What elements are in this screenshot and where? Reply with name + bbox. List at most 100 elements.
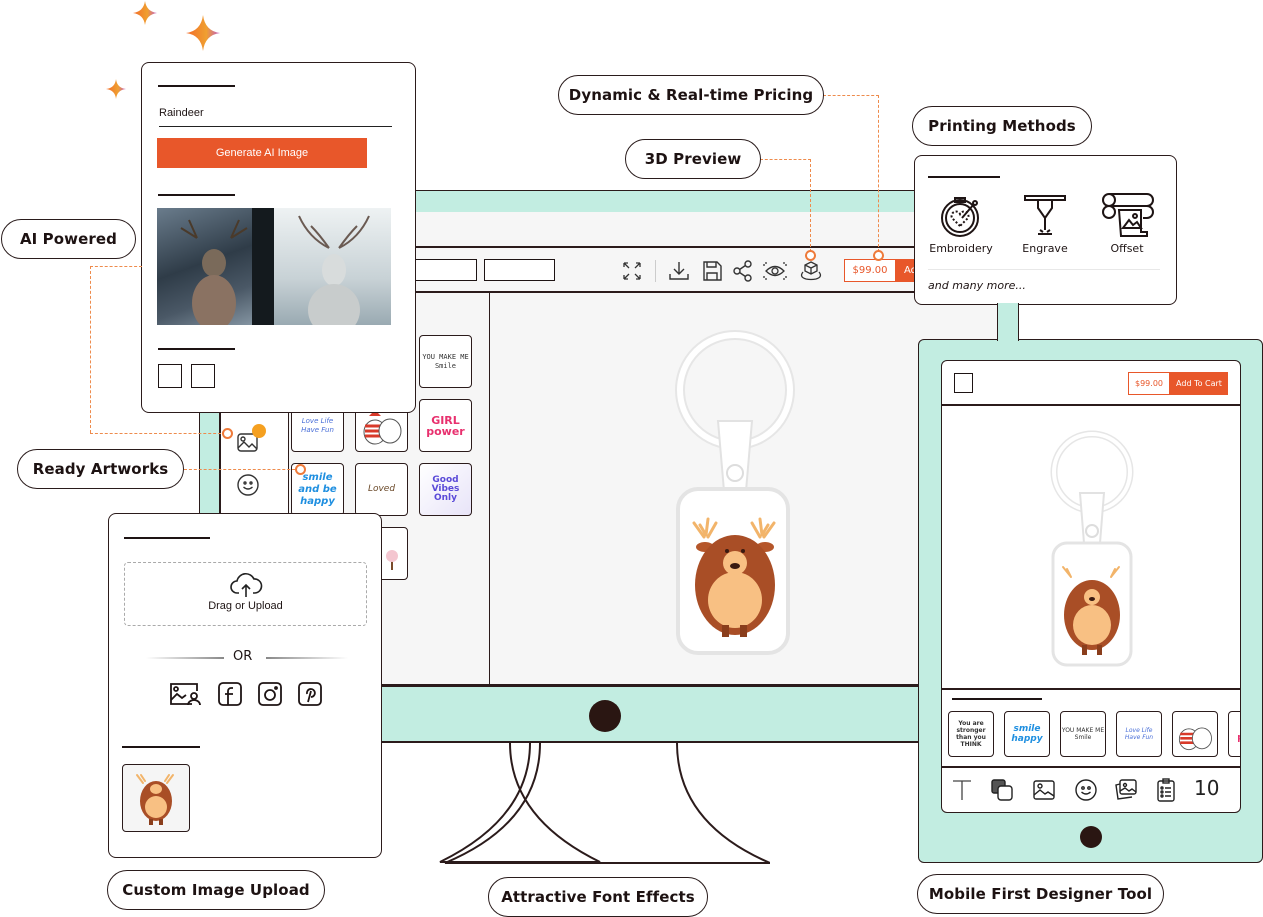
fullscreen-button[interactable] <box>620 260 644 282</box>
ai-result-image[interactable] <box>274 208 391 325</box>
mobile-clipboard-tool[interactable] <box>1154 778 1178 802</box>
callout-ai-powered: AI Powered <box>1 219 136 259</box>
mobile-artwork-tile[interactable] <box>1172 711 1218 757</box>
mobile-text-tool[interactable] <box>950 778 974 802</box>
mobile-artwork-tile[interactable]: smile happy <box>1004 711 1050 757</box>
mobile-layers-tool[interactable] <box>990 778 1014 802</box>
callout-mobile-first: Mobile First Designer Tool <box>917 874 1164 914</box>
artwork-tile[interactable]: YOU MAKE ME Smile <box>419 335 472 388</box>
gallery-icon <box>170 683 201 706</box>
toolbar-field[interactable] <box>484 259 555 281</box>
layers-icon <box>991 779 1013 801</box>
method-label: Engrave <box>1022 242 1068 255</box>
notification-badge <box>252 424 266 438</box>
save-icon <box>703 261 722 281</box>
method-offset[interactable]: Offset <box>1091 190 1163 260</box>
mobile-font-size[interactable]: 10 <box>1194 776 1219 800</box>
mobile-screen: $99.00 Add To Cart You are stronger than… <box>941 360 1241 813</box>
mobile-keychain-product <box>1050 430 1134 667</box>
upload-from-facebook[interactable] <box>217 681 243 707</box>
option-box[interactable] <box>158 364 182 388</box>
artwork-tile[interactable]: Good Vibes Only <box>419 463 472 516</box>
download-icon <box>669 262 689 280</box>
upload-dropzone[interactable]: Drag or Upload <box>124 562 367 626</box>
mobile-price-display: $99.00 <box>1128 372 1170 395</box>
upload-from-pinterest[interactable] <box>297 681 323 707</box>
clipboard-list-icon <box>1157 778 1175 802</box>
callout-3d-preview: 3D Preview <box>625 139 761 179</box>
connector-dot <box>873 250 884 261</box>
callout-dynamic-pricing: Dynamic & Real-time Pricing <box>558 75 824 115</box>
generate-ai-image-button[interactable]: Generate AI Image <box>157 138 367 168</box>
preview-eye-icon <box>763 262 787 280</box>
white-stag-photo <box>298 215 370 325</box>
sparkle-icon <box>186 15 220 51</box>
keychain-product <box>675 330 795 655</box>
emoji-tool-button[interactable] <box>236 473 260 497</box>
printing-methods-panel: Embroidery Engrave Offset and many more.… <box>914 155 1177 305</box>
save-button[interactable] <box>700 259 724 283</box>
upload-from-instagram[interactable] <box>257 681 283 707</box>
option-box[interactable] <box>191 364 215 388</box>
reindeer-thumbnail <box>136 774 174 825</box>
sparkle-icon <box>133 1 157 25</box>
ai-generator-panel: Raindeer Generate AI Image <box>141 62 416 413</box>
method-label: Offset <box>1110 242 1144 255</box>
callout-custom-image-upload: Custom Image Upload <box>107 870 325 910</box>
stag-photo <box>180 208 274 325</box>
mobile-emoji-tool[interactable] <box>1074 778 1098 802</box>
mobile-photos-tool[interactable] <box>1114 778 1138 802</box>
product-preview <box>670 325 800 655</box>
custom-upload-panel: Drag or Upload OR <box>108 513 382 858</box>
text-icon <box>953 780 971 800</box>
3d-cube-icon <box>800 261 822 281</box>
ai-result-image[interactable] <box>157 208 274 325</box>
connector-dot <box>222 428 233 439</box>
or-divider-label: OR <box>233 649 253 664</box>
drop-label: Drag or Upload <box>208 600 283 612</box>
uploaded-image-thumb[interactable] <box>122 764 190 832</box>
method-engrave[interactable]: Engrave <box>1009 190 1081 260</box>
connector-dot <box>805 250 816 261</box>
sparkle-icon <box>106 79 126 99</box>
callout-ready-artworks: Ready Artworks <box>17 449 184 489</box>
download-button[interactable] <box>667 259 691 283</box>
toolbar-divider <box>655 260 656 282</box>
monitor-stand-outline <box>444 743 770 864</box>
mobile-artwork-tile[interactable]: YOU MAKE ME Smile <box>1060 711 1106 757</box>
facebook-icon <box>218 682 242 706</box>
mobile-artwork-tile[interactable]: Love Life Have Fun <box>1116 711 1162 757</box>
ai-prompt-input[interactable]: Raindeer <box>159 107 392 127</box>
offset-print-icon <box>1102 193 1154 237</box>
share-button[interactable] <box>731 259 755 283</box>
mobile-menu-box[interactable] <box>954 373 973 393</box>
mobile-add-to-cart-button[interactable]: Add To Cart <box>1170 372 1228 395</box>
artwork-tile[interactable]: GIRL power <box>419 399 472 452</box>
method-embroidery[interactable]: Embroidery <box>925 190 997 260</box>
upload-from-gallery[interactable] <box>168 681 202 707</box>
instagram-icon <box>258 682 282 706</box>
photos-icon <box>1115 779 1137 800</box>
embroidery-hoop-icon <box>941 197 979 237</box>
mobile-image-tool[interactable] <box>1032 778 1056 802</box>
callout-printing-methods: Printing Methods <box>912 106 1092 146</box>
3d-preview-button[interactable] <box>798 258 824 284</box>
cloud-upload-icon <box>229 573 262 597</box>
connector-dot <box>295 464 306 475</box>
image-icon <box>1033 780 1055 800</box>
emoji-icon <box>1075 779 1097 801</box>
share-icon <box>733 260 752 282</box>
monitor-camera-dot <box>589 700 621 732</box>
emoji-icon <box>237 474 259 496</box>
mobile-artwork-tile[interactable]: You are stronger than you THINK <box>948 711 994 757</box>
mobile-artwork-tile[interactable]: GIRL power <box>1228 711 1240 757</box>
fullscreen-icon <box>623 262 641 280</box>
engrave-laser-icon <box>1024 195 1066 235</box>
more-methods-text: and many more... <box>928 279 1026 292</box>
preview-button[interactable] <box>762 259 788 283</box>
price-display: $99.00 <box>844 259 896 282</box>
pinterest-icon <box>298 682 322 706</box>
mobile-home-button[interactable] <box>1080 826 1102 848</box>
method-label: Embroidery <box>929 242 993 255</box>
artwork-tile[interactable]: Loved <box>355 463 408 516</box>
